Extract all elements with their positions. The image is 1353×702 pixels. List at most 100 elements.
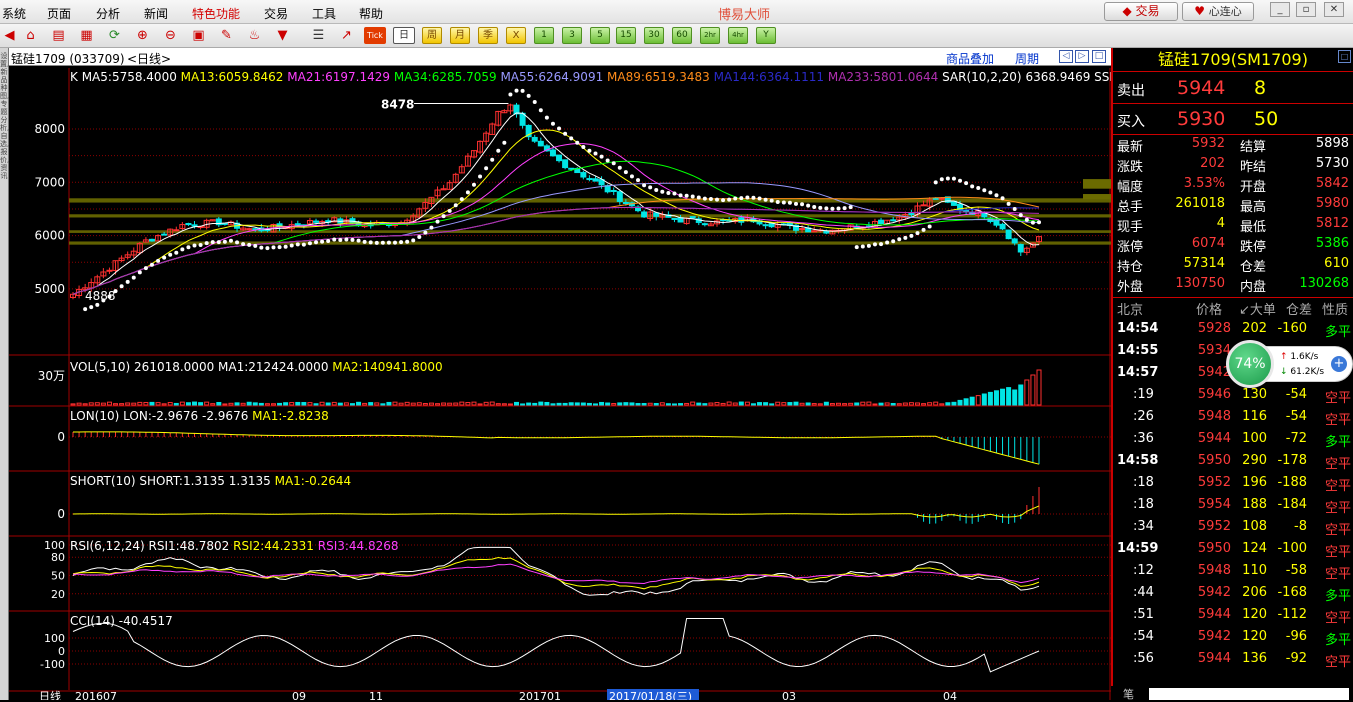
minute-30-button[interactable]: 30 (644, 27, 664, 44)
kline-chart[interactable]: 80007000600050008478488830万0010080502010… (9, 48, 1111, 700)
minute-5-button[interactable]: 5 (590, 27, 610, 44)
filter-icon[interactable]: ▼ (274, 27, 291, 44)
minimize-icon[interactable]: _ (1270, 2, 1290, 17)
list-icon[interactable]: ☰ (310, 27, 327, 44)
report-icon[interactable]: ▤ (50, 27, 67, 44)
period-day-button[interactable]: 日 (393, 27, 415, 44)
rsi2-value: RSI2:44.2331 (233, 539, 314, 553)
tick-bigorder: 120 (1242, 629, 1267, 644)
volume-bar (653, 402, 659, 406)
volume-bar (179, 401, 185, 406)
menu-system[interactable]: 系统 (2, 5, 26, 22)
volume-bar (331, 401, 337, 406)
period-month-button[interactable]: 月 (450, 27, 470, 44)
menu-page[interactable]: 页面 (47, 5, 71, 22)
sar-dot (362, 239, 367, 244)
tick-time: :36 (1133, 431, 1154, 446)
tick-row[interactable]: :51 5944 120 -112 空平 (1113, 607, 1353, 627)
chart-pane[interactable]: 锰硅1709 (033709) <日线> 商品叠加 周期 ◁ ▷ □ 8000 7… (9, 48, 1171, 700)
tick-row[interactable]: 14:59 5950 124 -100 空平 (1113, 541, 1353, 561)
minute-15-button[interactable]: 15 (616, 27, 636, 44)
bottom-input[interactable] (1149, 688, 1349, 700)
tick-row[interactable]: :19 5946 130 -54 空平 (1113, 387, 1353, 407)
period-week-button[interactable]: 周 (422, 27, 442, 44)
tick-row[interactable]: 14:58 5950 290 -178 空平 (1113, 453, 1353, 473)
year-button[interactable]: Y (756, 27, 776, 44)
tick-header: 北京 价格 ↙大单 仓差 性质 (1113, 299, 1353, 319)
tick-row[interactable]: :56 5944 136 -92 空平 (1113, 651, 1353, 671)
volume-bar (623, 402, 629, 406)
short-header: SHORT(10) SHORT:1.3135 1.3135 MA1:-0.264… (70, 474, 351, 488)
quote-title: 锰硅1709(SM1709) (1113, 48, 1353, 72)
hour-2-button[interactable]: 2hr (700, 27, 720, 44)
x-axis-label: 03 (782, 690, 796, 700)
sar-dot (1006, 201, 1011, 206)
trade-button[interactable]: ◆ 交易 (1104, 2, 1178, 21)
volume-bar (757, 402, 763, 406)
tick-row[interactable]: :12 5948 110 -58 空平 (1113, 563, 1353, 583)
tick-nature: 空平 (1324, 501, 1351, 516)
tick-row[interactable]: 14:54 5928 202 -160 多平 (1113, 321, 1353, 341)
candle-body (811, 230, 818, 233)
menu-trade[interactable]: 交易 (264, 5, 288, 22)
volume-bar (969, 396, 975, 406)
plus-icon[interactable]: + (1331, 356, 1347, 372)
price-axis-label: 5000 (34, 282, 65, 296)
menu-help[interactable]: 帮助 (359, 5, 383, 22)
tick-row[interactable]: :26 5948 116 -54 空平 (1113, 409, 1353, 429)
panel-close-icon[interactable]: □ (1338, 50, 1351, 63)
layout-icon[interactable]: ▣ (190, 27, 207, 44)
sar-dot (727, 197, 732, 202)
draw-icon[interactable]: ✎ (218, 27, 235, 44)
network-speed-widget[interactable]: 74% ↑ 1.6K/s ↓ 61.2K/s + (1226, 340, 1353, 388)
chart-icon[interactable]: ▦ (78, 27, 95, 44)
field-label: 开盘 (1240, 180, 1267, 195)
volume-bar (82, 403, 88, 406)
candle-body (173, 229, 180, 232)
volume-bar (599, 401, 605, 406)
home-icon[interactable]: ⌂ (22, 27, 39, 44)
lon-axis-label: 0 (57, 430, 65, 444)
trend-icon[interactable]: ↗ (338, 27, 355, 44)
menu-tools[interactable]: 工具 (312, 5, 336, 22)
alert-icon[interactable]: ♨ (246, 27, 263, 44)
menu-news[interactable]: 新闻 (144, 5, 168, 22)
x-axis-label: 201607 (75, 690, 117, 700)
minute-3-button[interactable]: 3 (562, 27, 582, 44)
restore-icon[interactable]: ▫ (1296, 2, 1316, 17)
back-icon[interactable]: ◀ (1, 27, 18, 44)
tick-row[interactable]: :36 5944 100 -72 多平 (1113, 431, 1353, 451)
zoom-out-icon[interactable]: ⊖ (162, 27, 179, 44)
tick-row[interactable]: :34 5952 108 -8 空平 (1113, 519, 1353, 539)
tick-row[interactable]: :18 5954 188 -184 空平 (1113, 497, 1353, 517)
sar-dot (897, 237, 902, 242)
minute-1-button[interactable]: 1 (534, 27, 554, 44)
sar-dot (1000, 196, 1005, 201)
tick-row[interactable]: :54 5942 120 -96 多平 (1113, 629, 1353, 649)
tick-button[interactable]: Tick (364, 27, 386, 44)
sar-dot (775, 200, 780, 205)
close-icon[interactable]: ✕ (1324, 2, 1344, 17)
menu-special[interactable]: 特色功能 (192, 5, 240, 22)
period-quarter-button[interactable]: 季 (478, 27, 498, 44)
volume-bar (161, 403, 167, 406)
hour-4-button[interactable]: 4hr (728, 27, 748, 44)
xinlianxin-button[interactable]: ♥ 心连心 (1182, 2, 1254, 21)
zoom-in-icon[interactable]: ⊕ (134, 27, 151, 44)
minute-60-button[interactable]: 60 (672, 27, 692, 44)
menu-analysis[interactable]: 分析 (96, 5, 120, 22)
tick-row[interactable]: :44 5942 206 -168 多平 (1113, 585, 1353, 605)
volume-bar (781, 402, 787, 406)
vol-header: VOL(5,10) 261018.0000 MA1:212424.0000 MA… (70, 360, 443, 374)
left-side-tabs[interactable]: 设置,新品种图,专题分析,自选,报价,资讯 (0, 48, 9, 700)
volume-bar (884, 402, 890, 406)
sar-dot (241, 242, 246, 247)
period-x-button[interactable]: X (506, 27, 526, 44)
refresh-icon[interactable]: ⟳ (106, 27, 123, 44)
upload-speed: ↑ 1.6K/s (1280, 352, 1318, 362)
volume-bar (611, 403, 617, 406)
volume-bar (149, 401, 155, 406)
tick-oichange: -8 (1294, 519, 1307, 534)
volume-bar (799, 402, 805, 406)
tick-row[interactable]: :18 5952 196 -188 空平 (1113, 475, 1353, 495)
